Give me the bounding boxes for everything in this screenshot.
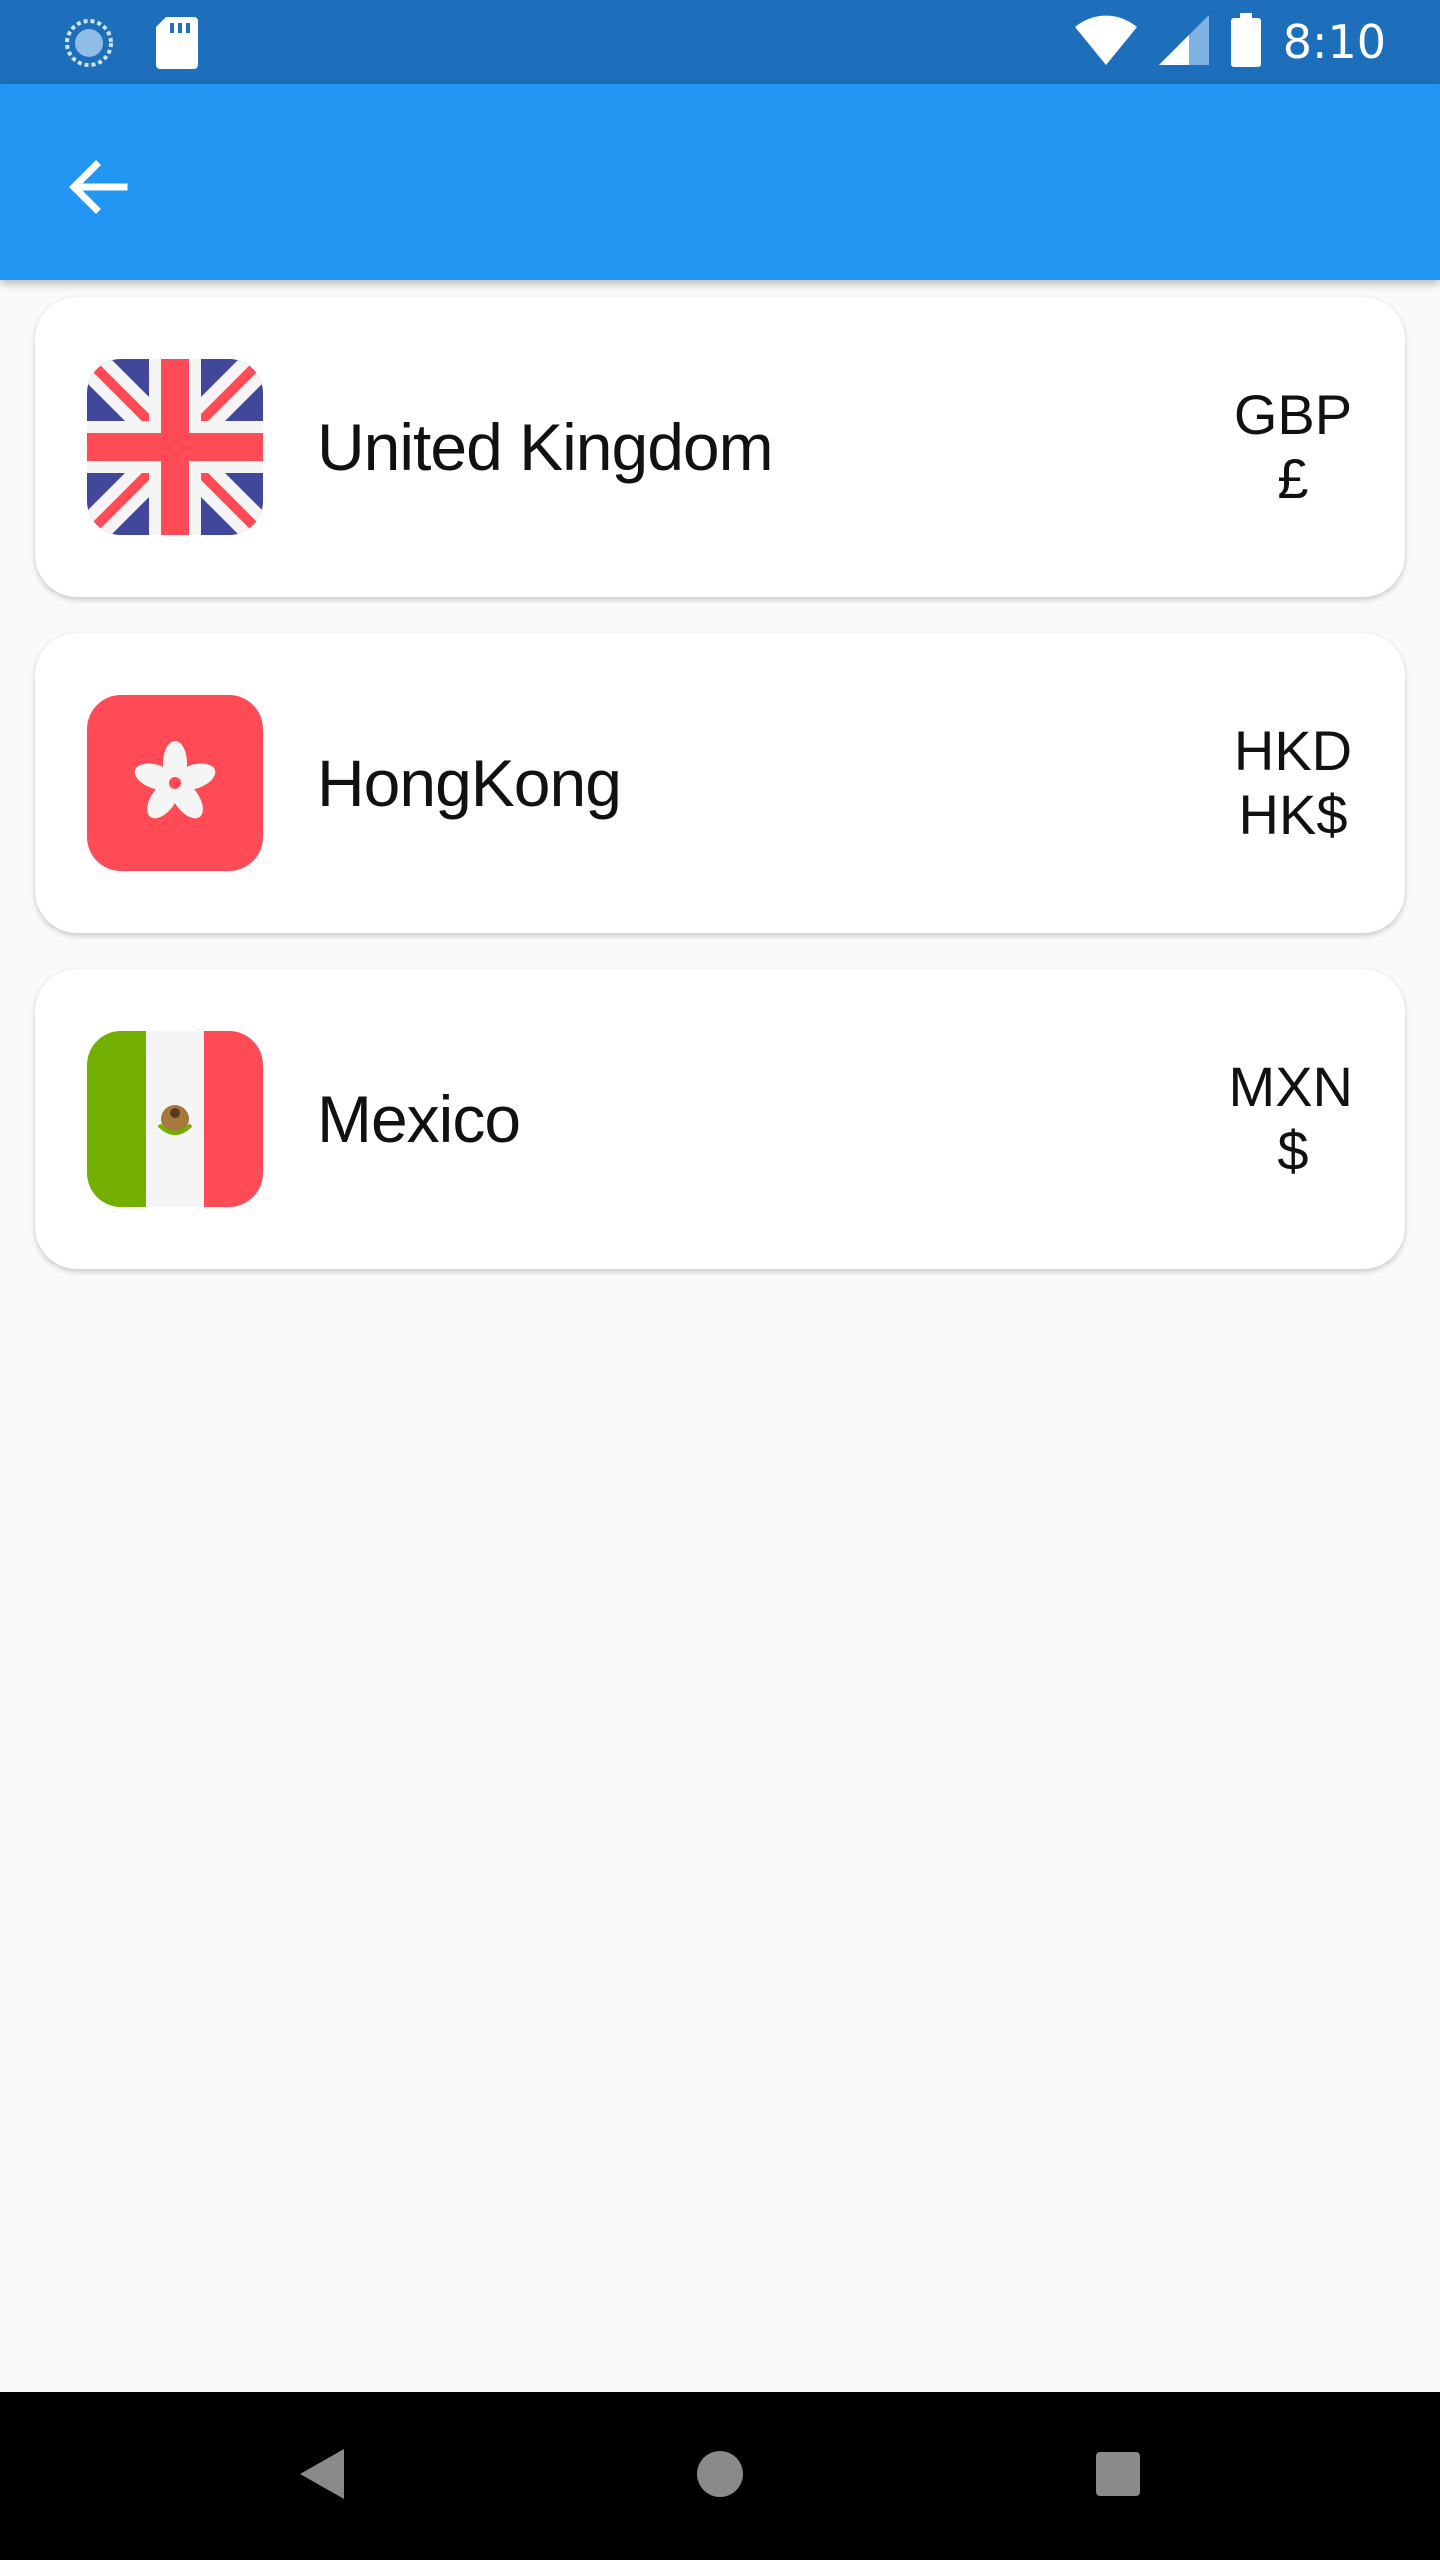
sync-icon: [62, 16, 116, 74]
currency-symbol: HK$: [1238, 783, 1348, 846]
wifi-icon: [1074, 15, 1137, 69]
currency-info: GBP £: [1113, 297, 1353, 597]
currency-code: MXN: [1228, 1055, 1353, 1118]
arrow-back-icon: [66, 155, 130, 223]
currency-code: GBP: [1233, 383, 1353, 446]
country-name: HongKong: [317, 746, 622, 820]
back-button[interactable]: [48, 139, 148, 239]
country-card-hongkong[interactable]: HongKong HKD HK$: [35, 633, 1405, 933]
signal-icon: [1158, 15, 1209, 69]
nav-home-icon: [696, 2450, 744, 2502]
status-bar: 8:10: [0, 0, 1440, 84]
country-name: Mexico: [317, 1082, 521, 1156]
navigation-bar: [0, 2392, 1440, 2560]
currency-info: HKD HK$: [1113, 633, 1353, 933]
app-bar: [0, 84, 1440, 280]
currency-code: HKD: [1233, 719, 1353, 782]
country-card-mexico[interactable]: Mexico MXN $: [35, 969, 1405, 1269]
country-card-united-kingdom[interactable]: United Kingdom GBP £: [35, 297, 1405, 597]
battery-icon: [1230, 13, 1261, 71]
nav-home-button[interactable]: [680, 2436, 760, 2516]
country-name: United Kingdom: [317, 410, 774, 484]
mexico-flag-icon: [87, 1031, 263, 1207]
currency-info: MXN $: [1113, 969, 1353, 1269]
hongkong-flag-icon: [87, 695, 263, 871]
nav-back-button[interactable]: [282, 2436, 362, 2516]
currency-symbol: £: [1277, 447, 1309, 510]
sd-card-icon: [156, 17, 198, 73]
nav-recents-button[interactable]: [1078, 2436, 1158, 2516]
uk-flag-icon: [87, 359, 263, 535]
currency-symbol: $: [1277, 1119, 1309, 1182]
country-list: United Kingdom GBP £ HongKong HKD HK$ Me…: [35, 297, 1405, 1305]
nav-back-icon: [300, 2449, 344, 2503]
status-time: 8:10: [1282, 15, 1386, 69]
nav-recents-icon: [1096, 2452, 1140, 2500]
